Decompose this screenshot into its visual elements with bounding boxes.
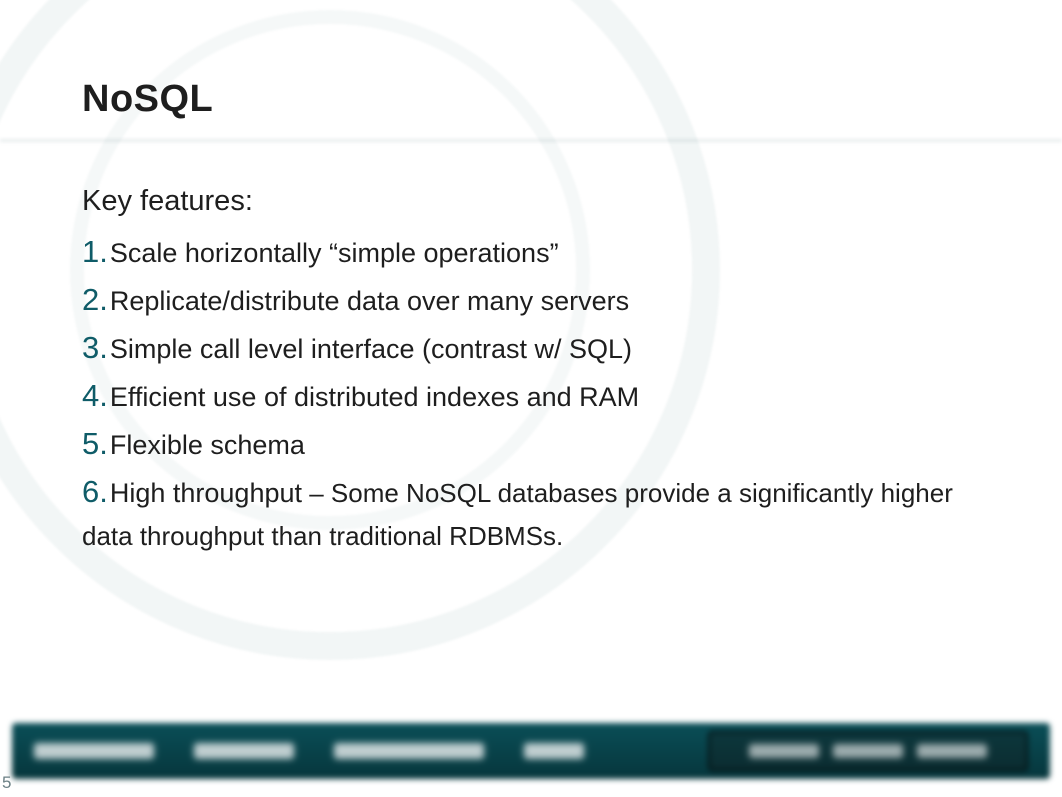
slide-content: NoSQL Key features: 1.Scale horizontally… (0, 0, 1062, 558)
list-number: 4. (82, 378, 108, 413)
list-text: Flexible schema (110, 430, 305, 460)
body-text: Key features: 1.Scale horizontally “simp… (82, 185, 980, 558)
lead-text: Key features: (82, 185, 980, 218)
page-number: 5 (2, 773, 11, 793)
list-item: 5.Flexible schema (82, 420, 980, 468)
list-item: 2.Replicate/distribute data over many se… (82, 276, 980, 324)
list-text: High throughput (110, 478, 302, 508)
list-item: 1.Scale horizontally “simple operations” (82, 228, 980, 276)
list-item: 4.Efficient use of distributed indexes a… (82, 372, 980, 420)
footer-blur-text (524, 743, 584, 759)
slide: NoSQL Key features: 1.Scale horizontally… (0, 0, 1062, 797)
feature-list: 1.Scale horizontally “simple operations”… (82, 228, 980, 558)
footer-right-box (708, 731, 1028, 771)
footer-blur-text (194, 743, 294, 759)
list-number: 6. (82, 474, 108, 509)
footer-bar (12, 723, 1050, 779)
footer-left (34, 743, 584, 759)
list-number: 1. (82, 234, 108, 269)
footer-blur-text (34, 743, 154, 759)
list-text: Replicate/distribute data over many serv… (110, 286, 629, 316)
list-number: 3. (82, 330, 108, 365)
list-text: Efficient use of distributed indexes and… (110, 382, 639, 412)
list-item: 6.High throughput – Some NoSQL databases… (82, 468, 980, 558)
list-text: Simple call level interface (contrast w/… (110, 334, 632, 364)
title-divider (0, 139, 1062, 143)
list-number: 2. (82, 282, 108, 317)
footer-blur-text (334, 743, 484, 759)
list-item: 3.Simple call level interface (contrast … (82, 324, 980, 372)
slide-title: NoSQL (82, 78, 980, 121)
list-text: Scale horizontally “simple operations” (110, 238, 559, 268)
list-number: 5. (82, 426, 108, 461)
